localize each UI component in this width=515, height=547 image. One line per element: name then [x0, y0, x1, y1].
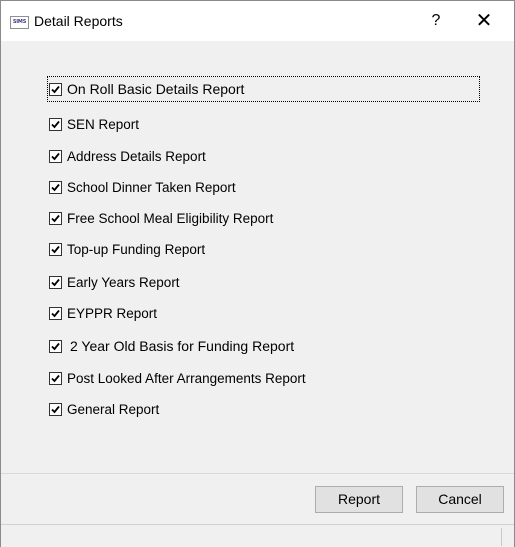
checkbox-box[interactable]: [49, 275, 62, 289]
checkbox-label: General Report: [67, 401, 160, 417]
checkbox-label: EYPPR Report: [67, 305, 158, 321]
checkbox-box[interactable]: [49, 180, 62, 194]
checkbox-label: SEN Report: [67, 116, 140, 132]
close-button[interactable]: ✕: [462, 5, 506, 37]
checkbox-box[interactable]: [49, 82, 62, 96]
checkbox-box[interactable]: [49, 117, 62, 131]
checkbox-box[interactable]: [49, 211, 62, 225]
checkbox-eyppr[interactable]: EYPPR Report: [49, 303, 157, 323]
checkbox-label: 2 Year Old Basis for Funding Report: [70, 338, 295, 354]
checkbox-box[interactable]: [49, 306, 62, 320]
checkmark-icon: [51, 183, 60, 191]
checkbox-sen-report[interactable]: SEN Report: [49, 114, 139, 134]
checkbox-label: On Roll Basic Details Report: [67, 81, 245, 97]
checkbox-2-year-old-basis[interactable]: 2 Year Old Basis for Funding Report: [49, 336, 294, 356]
checkmark-icon: [51, 152, 60, 160]
detail-reports-dialog: SIMS Detail Reports ? ✕ On Roll Basic De…: [0, 0, 515, 547]
checkbox-box[interactable]: [49, 371, 62, 385]
checkbox-box[interactable]: [49, 149, 62, 163]
status-bar-divider: [501, 528, 502, 546]
checkbox-box[interactable]: [49, 242, 62, 256]
help-button[interactable]: ?: [424, 5, 448, 37]
checkmark-icon: [51, 245, 60, 253]
checkbox-top-up-funding[interactable]: Top-up Funding Report: [49, 239, 205, 259]
checkbox-school-dinner-taken[interactable]: School Dinner Taken Report: [49, 177, 236, 197]
checkbox-label: School Dinner Taken Report: [67, 179, 236, 195]
title-bar: SIMS Detail Reports ? ✕: [1, 1, 514, 41]
checkbox-label: Top-up Funding Report: [67, 241, 206, 257]
checkbox-address-details[interactable]: Address Details Report: [49, 146, 206, 166]
checkbox-label: Address Details Report: [67, 148, 206, 164]
cancel-button[interactable]: Cancel: [416, 486, 504, 513]
report-options-panel: On Roll Basic Details Report SEN Report …: [1, 41, 514, 473]
checkbox-free-school-meal-eligibility[interactable]: Free School Meal Eligibility Report: [49, 208, 273, 228]
checkmark-icon: [51, 120, 60, 128]
checkmark-icon: [51, 278, 60, 286]
checkmark-icon: [51, 85, 60, 93]
report-button[interactable]: Report: [315, 486, 403, 513]
checkmark-icon: [51, 374, 60, 382]
checkmark-icon: [51, 309, 60, 317]
checkmark-icon: [51, 214, 60, 222]
status-bar: [1, 524, 514, 547]
checkbox-label: Early Years Report: [67, 274, 180, 290]
checkbox-early-years[interactable]: Early Years Report: [49, 272, 180, 292]
checkbox-box[interactable]: [49, 402, 62, 416]
sims-app-icon: SIMS: [10, 16, 29, 29]
checkbox-post-looked-after[interactable]: Post Looked After Arrangements Report: [49, 368, 306, 388]
checkbox-general-report[interactable]: General Report: [49, 399, 159, 419]
footer-divider: [1, 473, 514, 474]
checkmark-icon: [51, 342, 60, 350]
checkmark-icon: [51, 405, 60, 413]
checkbox-label: Post Looked After Arrangements Report: [67, 370, 306, 386]
checkbox-label: Free School Meal Eligibility Report: [67, 210, 274, 226]
dialog-title: Detail Reports: [34, 13, 123, 29]
checkbox-box[interactable]: [49, 339, 62, 353]
checkbox-on-roll-basic-details[interactable]: On Roll Basic Details Report: [47, 76, 480, 102]
